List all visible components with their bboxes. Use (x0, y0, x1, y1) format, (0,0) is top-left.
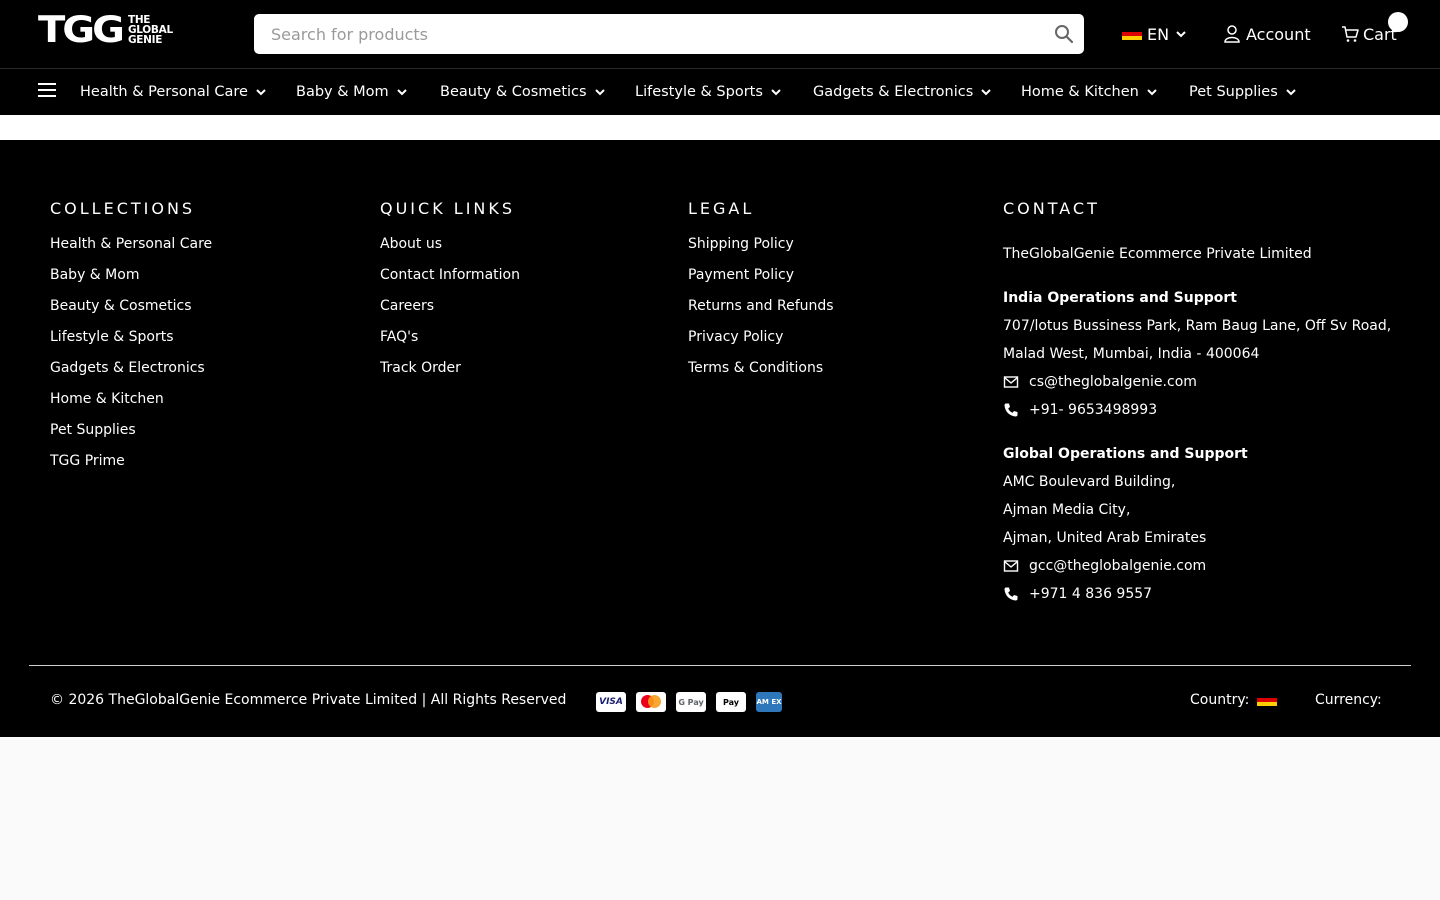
visa-icon: VISA (596, 692, 626, 712)
google-pay-icon: G Pay (676, 692, 706, 712)
contact-heading: CONTACT (1003, 199, 1100, 218)
global-address-line: Ajman Media City, (1003, 502, 1131, 518)
footer-divider (29, 665, 1411, 666)
language-selector[interactable]: EN (1122, 22, 1187, 46)
nav-item-lifestyle[interactable]: Lifestyle & Sports (635, 81, 782, 103)
nav-item-pets[interactable]: Pet Supplies (1189, 81, 1297, 103)
chevron-down-icon (981, 89, 991, 96)
company-name: TheGlobalGenie Ecommerce Private Limited (1003, 246, 1312, 262)
germany-flag-icon (1122, 28, 1142, 40)
mail-icon (1003, 376, 1019, 388)
footer-link-shipping[interactable]: Shipping Policy (688, 235, 834, 266)
chevron-down-icon (594, 89, 605, 96)
global-phone[interactable]: +971 4 836 9557 (1003, 580, 1413, 608)
cart-count-badge (1388, 12, 1408, 32)
footer-link-terms[interactable]: Terms & Conditions (688, 359, 834, 390)
currency-selector[interactable]: Currency: (1315, 692, 1382, 708)
header: TGG THE GLOBAL GENIE EN Account C (0, 0, 1440, 69)
footer-link-home[interactable]: Home & Kitchen (50, 390, 212, 421)
account-label: Account (1246, 24, 1311, 44)
footer-link-gadgets[interactable]: Gadgets & Electronics (50, 359, 212, 390)
footer: COLLECTIONS Health & Personal Care Baby … (0, 140, 1440, 737)
footer-link-track-order[interactable]: Track Order (380, 359, 520, 390)
user-icon (1224, 25, 1240, 43)
footer-link-beauty[interactable]: Beauty & Cosmetics (50, 297, 212, 328)
quick-links-heading: QUICK LINKS (380, 199, 516, 218)
india-ops-heading: India Operations and Support (1003, 290, 1237, 306)
menu-icon[interactable] (38, 83, 56, 99)
footer-link-faq[interactable]: FAQ's (380, 328, 520, 359)
footer-link-baby[interactable]: Baby & Mom (50, 266, 212, 297)
search-icon[interactable] (1054, 24, 1074, 44)
nav-item-health[interactable]: Health & Personal Care (80, 81, 267, 103)
nav-item-baby[interactable]: Baby & Mom (296, 81, 408, 103)
footer-link-contact-info[interactable]: Contact Information (380, 266, 520, 297)
nav-item-home[interactable]: Home & Kitchen (1021, 81, 1158, 103)
phone-icon (1004, 403, 1018, 417)
country-label: Country: (1190, 692, 1250, 708)
nav-item-beauty[interactable]: Beauty & Cosmetics (440, 81, 606, 103)
footer-link-returns[interactable]: Returns and Refunds (688, 297, 834, 328)
india-address-line: 707/lotus Bussiness Park, Ram Baug Lane,… (1003, 318, 1392, 334)
apple-pay-icon: Pay (716, 692, 746, 712)
chevron-down-icon (396, 89, 407, 96)
nav-item-gadgets[interactable]: Gadgets & Electronics (813, 81, 992, 103)
chevron-down-icon (1147, 89, 1157, 96)
footer-quick-links: QUICK LINKS About us Contact Information… (380, 199, 520, 390)
footer-link-careers[interactable]: Careers (380, 297, 520, 328)
country-selector[interactable]: Country: (1190, 692, 1278, 708)
payment-methods: VISA G Pay Pay AM EX (596, 692, 792, 712)
mail-icon (1003, 560, 1019, 572)
global-address-line: AMC Boulevard Building, (1003, 474, 1176, 490)
chevron-down-icon (1176, 31, 1186, 38)
footer-link-privacy[interactable]: Privacy Policy (688, 328, 834, 359)
footer-collections: COLLECTIONS Health & Personal Care Baby … (50, 199, 212, 483)
germany-flag-icon (1257, 694, 1278, 706)
footer-link-pets[interactable]: Pet Supplies (50, 421, 212, 452)
india-email[interactable]: cs@theglobalgenie.com (1003, 368, 1413, 396)
footer-link-lifestyle[interactable]: Lifestyle & Sports (50, 328, 212, 359)
content-area (0, 115, 1440, 140)
category-nav: Health & Personal Care Baby & Mom Beauty… (0, 69, 1440, 115)
mastercard-icon (636, 692, 666, 712)
search-input[interactable] (254, 14, 1034, 54)
logo-mark: TGG (38, 8, 125, 52)
chevron-down-icon (771, 89, 781, 96)
site-logo[interactable]: TGG THE GLOBAL GENIE (38, 8, 173, 52)
global-address-line: Ajman, United Arab Emirates (1003, 530, 1207, 546)
chevron-down-icon (256, 89, 266, 96)
amex-icon: AM EX (756, 692, 782, 712)
footer-link-prime[interactable]: TGG Prime (50, 452, 212, 483)
language-label: EN (1147, 24, 1170, 44)
india-phone[interactable]: +91- 9653498993 (1003, 396, 1413, 424)
logo-wordmark: THE GLOBAL GENIE (127, 14, 173, 46)
legal-heading: LEGAL (688, 199, 755, 218)
cart-icon (1342, 26, 1359, 42)
footer-link-payment[interactable]: Payment Policy (688, 266, 834, 297)
chevron-down-icon (1286, 89, 1296, 96)
india-address-line: Malad West, Mumbai, India - 400064 (1003, 346, 1260, 362)
global-email[interactable]: gcc@theglobalgenie.com (1003, 552, 1413, 580)
footer-contact: CONTACT TheGlobalGenie Ecommerce Private… (1003, 199, 1413, 608)
phone-icon (1004, 587, 1018, 601)
footer-link-health[interactable]: Health & Personal Care (50, 235, 212, 266)
global-ops-heading: Global Operations and Support (1003, 446, 1248, 462)
footer-legal: LEGAL Shipping Policy Payment Policy Ret… (688, 199, 834, 390)
collections-heading: COLLECTIONS (50, 199, 196, 218)
search-bar (254, 14, 1084, 54)
copyright-text: © 2026 TheGlobalGenie Ecommerce Private … (50, 692, 567, 708)
account-link[interactable]: Account (1224, 22, 1311, 46)
footer-link-about[interactable]: About us (380, 235, 520, 266)
